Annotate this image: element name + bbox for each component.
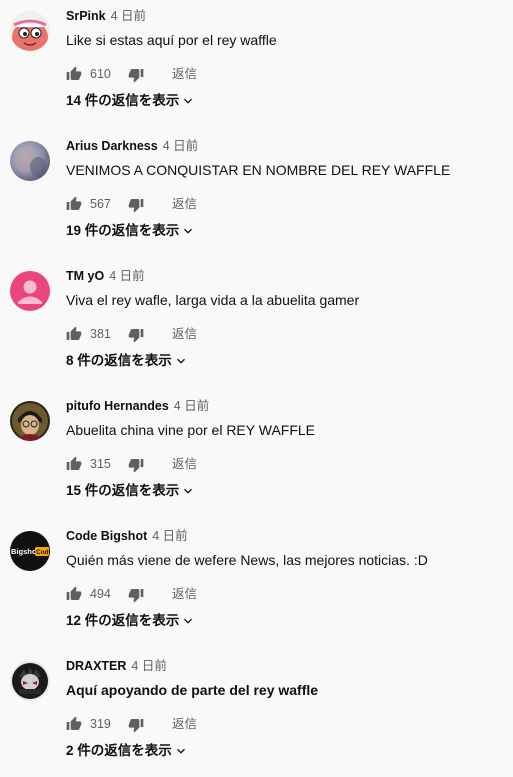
comment-time[interactable]: 4 日前: [111, 9, 146, 23]
comment-text: Like si estas aquí por el rey waffle: [66, 32, 277, 48]
avatar[interactable]: [10, 271, 50, 311]
view-replies-button[interactable]: 19 件の返信を表示: [66, 222, 195, 242]
chevron-down-icon: [184, 229, 193, 235]
comment-thread: Bigshot Code Code Bigshot 4 日前 Quién más …: [0, 520, 513, 650]
reply-button[interactable]: 返信: [172, 326, 197, 342]
comment-actions: 381 返信: [66, 322, 366, 346]
comment-header: TM yO 4 日前: [66, 268, 145, 284]
comment-time[interactable]: 4 日前: [131, 659, 166, 673]
comment-thread: TM yO 4 日前 Viva el rey wafle, larga vida …: [0, 260, 513, 390]
comment-text: Viva el rey wafle, larga vida a la abuel…: [66, 292, 360, 308]
view-replies-label: 14 件の返信を表示: [66, 93, 180, 108]
comment-header: pitufo Hernandes 4 日前: [66, 398, 209, 414]
comment-time[interactable]: 4 日前: [174, 399, 209, 413]
comment-thread: Arius Darkness 4 日前 VENIMOS A CONQUISTAR …: [0, 130, 513, 260]
avatar[interactable]: [10, 661, 50, 701]
chevron-down-icon: [184, 619, 193, 625]
comment-text: Abuelita china vine por el REY WAFFLE: [66, 422, 316, 438]
thumbs-down-icon[interactable]: [128, 587, 144, 603]
character-portrait-avatar-icon: [10, 401, 50, 441]
author-name[interactable]: DRAXTER: [66, 659, 126, 673]
thumbs-up-icon[interactable]: [66, 586, 82, 602]
reply-button[interactable]: 返信: [172, 716, 197, 732]
comment-thread: DRAXTER 4 日前 Aquí apoyando de parte del r…: [0, 650, 513, 777]
comment-text: Aquí apoyando de parte del rey waffle: [66, 682, 319, 698]
author-name[interactable]: TM yO: [66, 269, 104, 283]
chevron-down-icon: [184, 489, 193, 495]
view-replies-button[interactable]: 2 件の返信を表示: [66, 742, 188, 762]
comment-thread: SrPink 4 日前 Like si estas aquí por el rey…: [0, 0, 513, 130]
view-replies-label: 19 件の返信を表示: [66, 223, 180, 238]
like-count: 319: [90, 717, 111, 731]
view-replies-label: 12 件の返信を表示: [66, 613, 180, 628]
thumbs-up-icon[interactable]: [66, 716, 82, 732]
like-count: 610: [90, 67, 111, 81]
comment-list: SrPink 4 日前 Like si estas aquí por el rey…: [0, 0, 513, 777]
logo-emblem-avatar-icon: [10, 661, 50, 701]
reply-button[interactable]: 返信: [172, 456, 197, 472]
view-replies-button[interactable]: 15 件の返信を表示: [66, 482, 195, 502]
avatar[interactable]: Bigshot Code: [10, 531, 50, 571]
author-name[interactable]: Arius Darkness: [66, 139, 158, 153]
avatar[interactable]: [10, 401, 50, 441]
comment-actions: 319 返信: [66, 712, 366, 736]
view-replies-button[interactable]: 12 件の返信を表示: [66, 612, 195, 632]
comment-actions: 315 返信: [66, 452, 366, 476]
like-count: 315: [90, 457, 111, 471]
default-user-avatar-icon: [10, 271, 50, 311]
photo-avatar-icon: [10, 141, 50, 181]
avatar[interactable]: [10, 141, 50, 181]
thumbs-up-icon[interactable]: [66, 66, 82, 82]
avatar[interactable]: [10, 11, 50, 51]
thumbs-down-icon[interactable]: [128, 717, 144, 733]
like-count: 381: [90, 327, 111, 341]
thumbs-down-icon[interactable]: [128, 197, 144, 213]
view-replies-button[interactable]: 14 件の返信を表示: [66, 92, 195, 112]
view-replies-label: 8 件の返信を表示: [66, 353, 172, 368]
comment-header: SrPink 4 日前: [66, 8, 146, 24]
thumbs-down-icon[interactable]: [128, 457, 144, 473]
comment-time[interactable]: 4 日前: [152, 529, 187, 543]
reply-button[interactable]: 返信: [172, 66, 197, 82]
thumbs-up-icon[interactable]: [66, 196, 82, 212]
view-replies-label: 15 件の返信を表示: [66, 483, 180, 498]
thumbs-up-icon[interactable]: [66, 456, 82, 472]
reply-button[interactable]: 返信: [172, 196, 197, 212]
comment-actions: 494 返信: [66, 582, 366, 606]
comment-text: Quién más viene de wefere News, las mejo…: [66, 552, 428, 568]
svg-text:Code: Code: [36, 549, 50, 556]
comment-actions: 610 返信: [66, 62, 366, 86]
logo-avatar-icon: Bigshot Code: [10, 531, 50, 571]
thumbs-up-icon[interactable]: [66, 326, 82, 342]
reply-button[interactable]: 返信: [172, 586, 197, 602]
chevron-down-icon: [176, 359, 185, 365]
comment-header: Code Bigshot 4 日前: [66, 528, 188, 544]
like-count: 494: [90, 587, 111, 601]
thumbs-down-icon[interactable]: [128, 67, 144, 83]
chevron-down-icon: [176, 749, 185, 755]
thumbs-down-icon[interactable]: [128, 327, 144, 343]
comment-thread: pitufo Hernandes 4 日前 Abuelita china vine…: [0, 390, 513, 520]
view-replies-button[interactable]: 8 件の返信を表示: [66, 352, 188, 372]
cartoon-face-avatar-icon: [10, 11, 50, 51]
comment-time[interactable]: 4 日前: [163, 139, 198, 153]
author-name[interactable]: pitufo Hernandes: [66, 399, 169, 413]
comment-header: Arius Darkness 4 日前: [66, 138, 198, 154]
comment-text: VENIMOS A CONQUISTAR EN NOMBRE DEL REY W…: [66, 162, 451, 178]
author-name[interactable]: SrPink: [66, 9, 106, 23]
chevron-down-icon: [184, 99, 193, 105]
comment-time[interactable]: 4 日前: [109, 269, 144, 283]
author-name[interactable]: Code Bigshot: [66, 529, 147, 543]
view-replies-label: 2 件の返信を表示: [66, 743, 172, 758]
comment-actions: 567 返信: [66, 192, 366, 216]
comment-header: DRAXTER 4 日前: [66, 658, 167, 674]
like-count: 567: [90, 197, 111, 211]
